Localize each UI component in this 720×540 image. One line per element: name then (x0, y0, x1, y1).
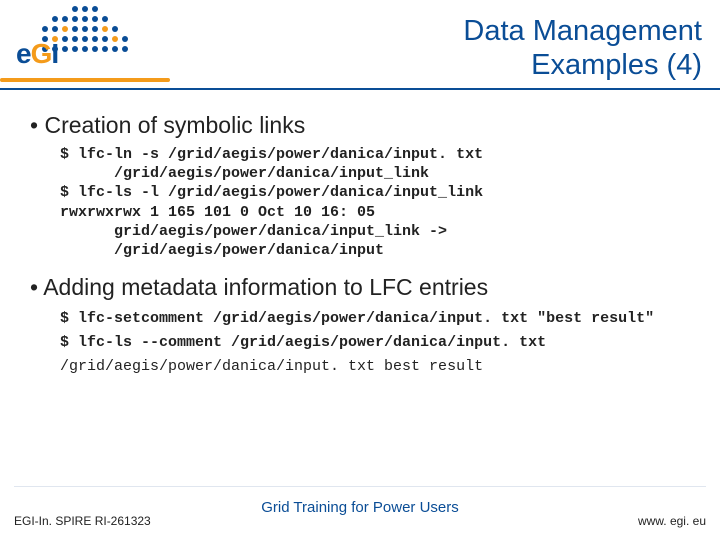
logo-g: G (31, 38, 52, 69)
logo-i: I (51, 38, 58, 69)
slide-header: eGI Data Management Examples (4) (0, 0, 720, 100)
logo-accent-bar (0, 78, 170, 82)
footer-right: www. egi. eu (638, 514, 706, 528)
code-line: /grid/aegis/power/danica/input_link (60, 164, 429, 183)
code-block-1: $ lfc-ln -s /grid/aegis/power/danica/inp… (60, 145, 702, 260)
logo: eGI (8, 4, 168, 76)
title-line-1: Data Management (463, 14, 702, 48)
bullet-2: Adding metadata information to LFC entri… (30, 274, 702, 301)
code-line: $ lfc-ln -s /grid/aegis/power/danica/inp… (60, 146, 483, 163)
slide-title: Data Management Examples (4) (463, 14, 702, 82)
footer-left: EGI-In. SPIRE RI-261323 (14, 514, 151, 528)
code-line: /grid/aegis/power/danica/input. txt best… (60, 358, 483, 375)
logo-text: eGI (16, 38, 58, 70)
bullet-1: Creation of symbolic links (30, 112, 702, 139)
title-line-2: Examples (4) (463, 48, 702, 82)
code-line: $ lfc-ls --comment /grid/aegis/power/dan… (60, 334, 546, 351)
footer-rule (14, 486, 706, 487)
code-block-2: $ lfc-setcomment /grid/aegis/power/danic… (60, 307, 702, 379)
code-line: grid/aegis/power/danica/input_link -> (60, 222, 447, 241)
code-line: $ lfc-setcomment /grid/aegis/power/danic… (60, 310, 654, 327)
slide-content: Creation of symbolic links $ lfc-ln -s /… (30, 112, 702, 379)
code-line: /grid/aegis/power/danica/input (60, 241, 384, 260)
slide: eGI Data Management Examples (4) Creatio… (0, 0, 720, 540)
code-line: $ lfc-ls -l /grid/aegis/power/danica/inp… (60, 184, 483, 201)
code-line: rwxrwxrwx 1 165 101 0 Oct 10 16: 05 (60, 204, 375, 221)
slide-footer: Grid Training for Power Users EGI-In. SP… (0, 486, 720, 540)
title-underline (0, 88, 720, 90)
logo-e: e (16, 38, 31, 69)
